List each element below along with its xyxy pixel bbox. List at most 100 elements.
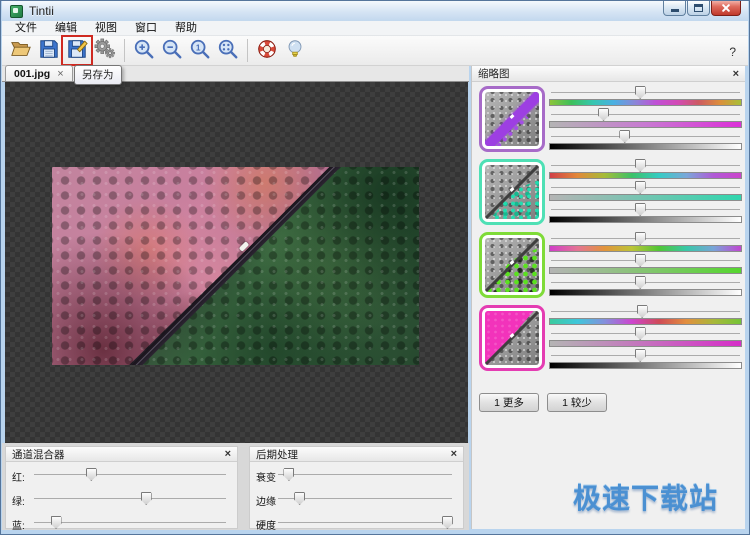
post-slider-0[interactable] — [276, 468, 454, 481]
mixer-label-0: 红: — [12, 469, 25, 484]
layer-magenta-saturation-slider-track[interactable] — [549, 327, 742, 339]
slider-line — [34, 474, 226, 475]
layer-green-saturation-slider-gradient-bar — [549, 267, 742, 274]
layer-turquoise-hue-slider-track[interactable] — [549, 159, 742, 171]
layer-green-lightness-slider-track[interactable] — [549, 276, 742, 288]
layer-purple-lightness-slider-track[interactable] — [549, 130, 742, 142]
process-button[interactable] — [253, 37, 281, 64]
toolbar-separator — [124, 39, 125, 62]
channel-mixer-close-icon[interactable]: × — [225, 449, 231, 459]
thumbnail-layer-turquoise[interactable] — [479, 159, 545, 225]
mixer-slider-2[interactable] — [32, 516, 228, 529]
menu-item-0[interactable]: 文件 — [6, 21, 46, 36]
menu-item-4[interactable]: 帮助 — [166, 21, 206, 36]
layer-green-saturation-slider-track[interactable] — [549, 254, 742, 266]
zoom-fit-button[interactable] — [214, 37, 242, 64]
post-processing-close-icon[interactable]: × — [451, 449, 457, 459]
post-slider-1[interactable] — [276, 492, 454, 505]
post-slider-2[interactable] — [276, 516, 454, 529]
layer-purple-saturation-slider-gradient-bar — [549, 121, 742, 128]
post-handle-0[interactable] — [283, 468, 294, 481]
layer-turquoise-lightness-slider-handle[interactable] — [635, 203, 646, 216]
post-handle-1[interactable] — [294, 492, 305, 505]
layer-magenta-saturation-slider-handle[interactable] — [635, 327, 646, 340]
layer-turquoise-lightness-slider-track[interactable] — [549, 203, 742, 215]
highlight-button[interactable] — [281, 37, 309, 64]
layer-purple-lightness-slider-handle[interactable] — [619, 130, 630, 143]
layer-magenta-hue-slider-handle[interactable] — [637, 305, 648, 318]
menu-item-2[interactable]: 视图 — [86, 21, 126, 36]
menu-item-1[interactable]: 编辑 — [46, 21, 86, 36]
channel-mixer-panel: 通道混合器 × 红: 绿: 蓝: — [5, 446, 238, 529]
app-window: Tintii 文件编辑视图窗口帮助 1 ? 另存为 001.jpg × 缩略图 … — [0, 0, 750, 535]
mixer-slider-0[interactable] — [32, 468, 228, 481]
settings-button[interactable] — [91, 37, 119, 64]
layer-magenta-saturation-slider-gradient-bar — [549, 340, 742, 347]
tab-close-icon[interactable]: × — [57, 69, 63, 79]
layer-turquoise-saturation-slider-handle[interactable] — [635, 181, 646, 194]
layer-green-hue-slider-gradient-bar — [549, 245, 742, 252]
thumbnail-layer-magenta[interactable] — [479, 305, 545, 371]
slider-line — [34, 498, 226, 499]
mixer-label-2: 蓝: — [12, 517, 25, 532]
minimize-button[interactable] — [663, 1, 686, 16]
layer-purple-hue-slider-track[interactable] — [549, 86, 742, 98]
thumbnails-panel: 缩略图 × 1 更多 1 较少 — [471, 66, 745, 529]
thumbnail-layer-green[interactable] — [479, 232, 545, 298]
mixer-handle-1[interactable] — [141, 492, 152, 505]
zoom-actual-icon: 1 — [189, 38, 211, 63]
zoom-out-button[interactable] — [158, 37, 186, 64]
mixer-label-1: 绿: — [12, 493, 25, 508]
close-button[interactable] — [711, 1, 741, 16]
thumbnail-row-layer-turquoise — [472, 159, 742, 225]
save-button[interactable] — [35, 37, 63, 64]
layer-green-lightness-slider-gradient-bar — [549, 289, 742, 296]
thumbnail-layer-purple[interactable] — [479, 86, 545, 152]
help-button[interactable]: ? — [729, 45, 736, 59]
layer-turquoise-hue-slider-handle[interactable] — [635, 159, 646, 172]
photo-preview — [52, 167, 419, 365]
layer-magenta-lightness-slider-gradient-bar — [549, 362, 742, 369]
thumbnails-panel-close-icon[interactable]: × — [733, 69, 739, 79]
zoom-actual-button[interactable]: 1 — [186, 37, 214, 64]
window-title: Tintii — [29, 4, 54, 18]
mixer-handle-0[interactable] — [86, 468, 97, 481]
layer-magenta-hue-slider-gradient-bar — [549, 318, 742, 325]
save-as-button[interactable] — [63, 37, 91, 64]
layer-purple-saturation-slider-handle[interactable] — [598, 108, 609, 121]
mixer-handle-2[interactable] — [51, 516, 62, 529]
maximize-button[interactable] — [687, 1, 710, 16]
post-label-0: 衰变 — [256, 469, 276, 484]
layer-magenta-lightness-slider-track[interactable] — [549, 349, 742, 361]
folder-open-icon — [10, 38, 32, 63]
layer-green-hue-slider-handle[interactable] — [635, 232, 646, 245]
layer-magenta-hue-slider-track[interactable] — [549, 305, 742, 317]
layer-turquoise-hue-slider-gradient-bar — [549, 172, 742, 179]
layer-purple-saturation-slider-track[interactable] — [549, 108, 742, 120]
maximize-icon — [694, 4, 703, 12]
layer-turquoise-saturation-slider-track[interactable] — [549, 181, 742, 193]
post-row-2: 硬度 — [250, 516, 463, 530]
zoom-in-button[interactable] — [130, 37, 158, 64]
mixer-slider-1[interactable] — [32, 492, 228, 505]
save-as-tooltip: 另存为 — [74, 65, 122, 85]
layer-purple-hue-slider-handle[interactable] — [635, 86, 646, 99]
menu-item-3[interactable]: 窗口 — [126, 21, 166, 36]
more-layers-button[interactable]: 1 更多 — [479, 393, 539, 412]
layer-green-hue-slider-track[interactable] — [549, 232, 742, 244]
layer-green-saturation-slider-handle[interactable] — [635, 254, 646, 267]
svg-text:1: 1 — [196, 43, 201, 52]
open-button[interactable] — [7, 37, 35, 64]
mixer-row-0: 红: — [6, 468, 237, 482]
post-handle-2[interactable] — [442, 516, 453, 529]
slider-group-layer-magenta — [549, 305, 742, 371]
channel-mixer-header: 通道混合器 × — [6, 447, 237, 462]
fewer-layers-button[interactable]: 1 较少 — [547, 393, 607, 412]
layer-magenta-lightness-slider-handle[interactable] — [635, 349, 646, 362]
layer-green-lightness-slider-handle[interactable] — [635, 276, 646, 289]
lifebuoy-icon — [256, 38, 278, 63]
layer-purple-hue-slider-gradient-bar — [549, 99, 742, 106]
toolbar: 1 — [2, 36, 748, 66]
tab-001-jpg[interactable]: 001.jpg × — [5, 65, 73, 81]
slider-line — [278, 522, 452, 523]
